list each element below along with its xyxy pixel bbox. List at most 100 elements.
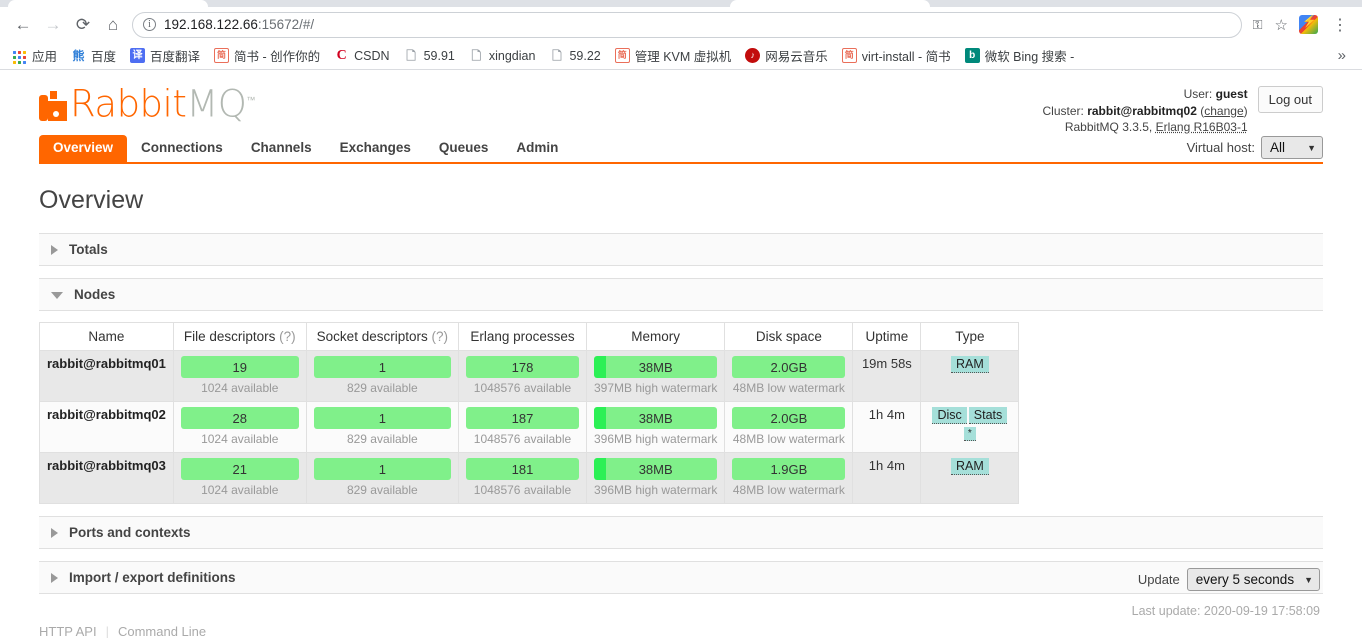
help-icon[interactable]: (?) [279,329,296,344]
tab-queues[interactable]: Queues [425,135,503,162]
logout-button[interactable]: Log out [1257,86,1323,113]
csdn-favicon: C [334,48,350,63]
key-icon[interactable]: ⚿ [1248,17,1268,33]
bookmark-label: 百度翻译 [150,50,201,64]
browser-tab[interactable] [8,0,208,7]
cell-node-name[interactable]: rabbit@rabbitmq01 [39,350,174,402]
browser-tab-2[interactable] [730,0,930,7]
disk_space-subtext: 48MB low watermark [732,432,845,446]
column-header-disk-space[interactable]: Disk space [724,322,854,351]
bookmark-label: CSDN [354,48,390,63]
table-row[interactable]: rabbit@rabbitmq02 28 1024 available 1 829 av… [39,401,1020,453]
browser-menu-icon[interactable]: ⋮ [1326,15,1354,35]
bookmark-item[interactable]: b 微软 Bing 搜索 - [958,44,1082,67]
bookmark-item[interactable]: 简简书 - 创作你的 [207,44,327,67]
tab-channels[interactable]: Channels [237,135,326,162]
extension-icon[interactable] [1299,15,1318,34]
home-icon[interactable]: ⌂ [98,11,128,39]
table-header-row: Name File descriptors (?) Socket descripto… [39,322,1020,351]
bookmark-item[interactable]: 🗋 59.22 [542,46,607,65]
virtual-host-label: Virtual host: [1186,140,1255,155]
back-icon[interactable]: ← [8,11,38,39]
memory-subtext: 396MB high watermark [593,432,718,446]
node-type-badge[interactable]: Disc [932,407,967,424]
column-header-label: Type [955,329,985,344]
bookmark-item[interactable]: 🗋 xingdian [462,46,543,65]
virtual-host-dropdown[interactable]: All ▼ [1261,136,1323,159]
section-toggle-import-export-definitions[interactable]: Import / export definitions [39,561,1323,594]
bookmark-item[interactable]: ♪ 网易云音乐 [738,44,835,67]
memory-bar-fill [593,356,607,378]
cell-socket_descriptors: 1 829 available [305,452,459,504]
table-row[interactable]: rabbit@rabbitmq03 21 1024 available 1 829 av… [39,452,1020,504]
cell-erlang_processes: 178 1048576 available [457,350,587,402]
bookmark-item[interactable]: 译百度翻译 [123,44,207,67]
section-toggle-ports-and-contexts[interactable]: Ports and contexts [39,516,1323,549]
cell-uptime: 1h 4m [852,452,922,504]
tab-overview[interactable]: Overview [39,135,128,162]
cell-type: Disc Stats * [920,401,1020,453]
disk_space-bar: 1.9GB [732,458,846,480]
bookmark-item[interactable]: 简 virt-install - 简书 [835,44,958,67]
disk_space-value: 1.9GB [770,461,808,477]
cell-node-name[interactable]: rabbit@rabbitmq03 [39,452,174,504]
command-line-link[interactable]: Command Line [118,624,206,638]
section-label: Nodes [74,287,116,302]
nodes-table: Name File descriptors (?) Socket descripto… [39,322,1020,504]
cluster-label: Cluster: [1042,103,1084,118]
cluster-name: rabbit@rabbitmq02 [1087,103,1197,118]
column-header-uptime[interactable]: Uptime [852,322,922,351]
socket_descriptors-subtext: 829 available [346,381,418,395]
update-interval-dropdown[interactable]: every 5 seconds ▼ [1186,568,1320,591]
erlang_processes-value: 178 [511,359,534,375]
section-toggle-totals[interactable]: Totals [39,233,1323,266]
erlang_processes-bar: 187 [465,407,579,429]
help-icon[interactable]: (?) [431,329,448,344]
bookmark-label: 百度 [91,50,117,64]
cell-disk_space: 1.9GB 48MB low watermark [724,452,854,504]
tab-connections[interactable]: Connections [127,135,237,162]
column-header-socket-descriptors[interactable]: Socket descriptors (?) [305,322,459,351]
bookmark-item[interactable]: 熊百度 [64,44,123,67]
tab-exchanges[interactable]: Exchanges [326,135,425,162]
rabbitmq-logo[interactable]: RabbitMQ™ [39,84,255,122]
column-header-memory[interactable]: Memory [585,322,726,351]
table-row[interactable]: rabbit@rabbitmq01 19 1024 available 1 829 av… [39,350,1020,402]
app-header: RabbitMQ™ User: guest Cluster: rabbit@ra… [39,70,1323,134]
bookmark-item[interactable]: 简管理 KVM 虚拟机 [608,44,739,67]
bookmark-star-icon[interactable]: ☆ [1270,16,1293,34]
cell-node-name[interactable]: rabbit@rabbitmq02 [39,401,174,453]
node-type-badge[interactable]: Stats [968,407,1008,424]
address-bar[interactable]: i 192.168.122.66:15672/#/ [132,11,1242,38]
node-type-badge[interactable]: RAM [950,356,989,373]
user-name: guest [1215,87,1248,101]
change-cluster-link[interactable]: change [1204,104,1243,118]
reload-icon[interactable]: ⟳ [68,11,98,39]
disk_space-bar: 2.0GB [732,356,846,378]
last-update-text: Last update: 2020-09-19 17:58:09 [1131,604,1320,618]
chevron-down-icon: ▼ [1307,142,1316,153]
column-header-erlang-processes[interactable]: Erlang processes [457,322,587,351]
url-host: 192.168.122.66 [164,17,258,32]
bookmark-item[interactable]: 应用 [6,44,64,67]
column-header-label: Uptime [865,329,909,344]
erlang-version-link[interactable]: Erlang R16B03-1 [1156,120,1248,134]
forward-icon: → [44,14,62,34]
column-header-file-descriptors[interactable]: File descriptors (?) [172,322,307,351]
url-text: 192.168.122.66:15672/#/ [164,17,314,32]
node-type-badge[interactable]: RAM [950,458,989,475]
column-header-name[interactable]: Name [39,322,174,351]
bookmark-item[interactable]: 🗋 59.91 [397,46,462,65]
bookmark-item[interactable]: C CSDN [327,46,396,65]
tab-admin[interactable]: Admin [502,135,572,162]
bookmarks-overflow-icon[interactable]: » [1328,47,1356,64]
http-api-link[interactable]: HTTP API [39,624,97,638]
memory-bar: 38MB [593,407,718,429]
column-header-type[interactable]: Type [920,322,1020,351]
site-info-icon[interactable]: i [143,18,156,31]
page-title: Overview [39,186,144,214]
rabbitmq-management-page: RabbitMQ™ User: guest Cluster: rabbit@ra… [0,70,1362,638]
section-toggle-nodes[interactable]: Nodes [39,278,1323,311]
node-type-badge[interactable]: * [963,427,976,441]
